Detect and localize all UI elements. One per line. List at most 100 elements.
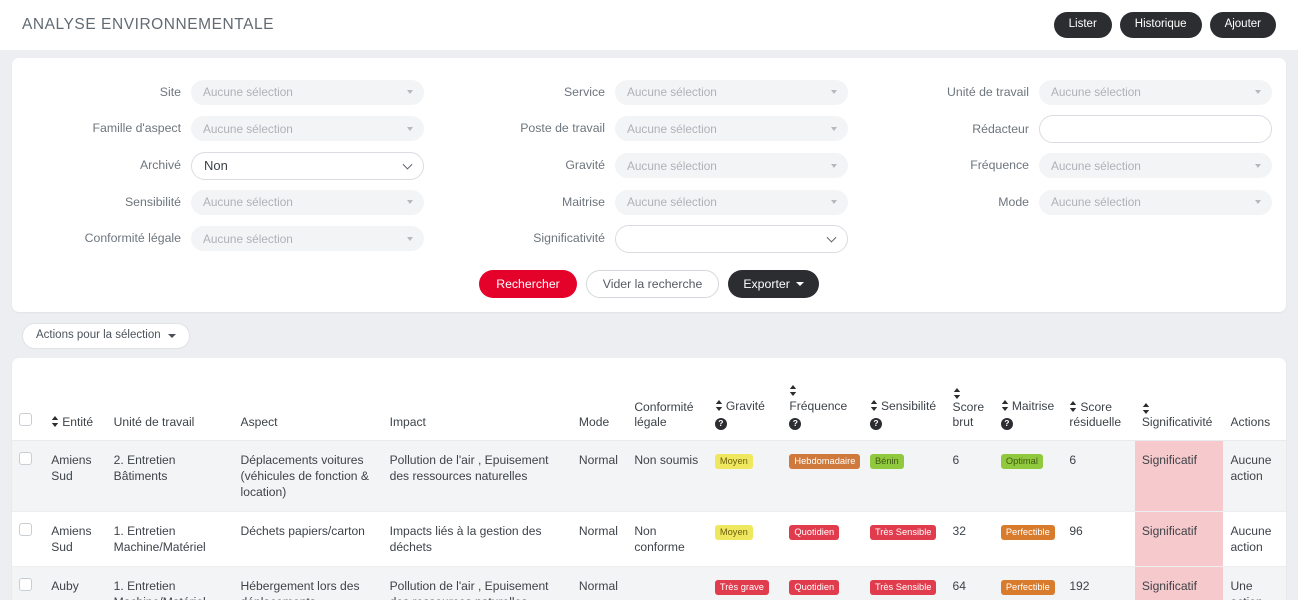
- caret-down-icon: [795, 282, 804, 287]
- conformite-legale-select[interactable]: Aucune sélection: [191, 226, 424, 252]
- sort-icon[interactable]: [953, 387, 961, 399]
- filter-row-gravite: Gravité Aucune sélection: [450, 147, 848, 184]
- filter-row-service: Service Aucune sélection: [450, 74, 848, 111]
- page-title: ANALYSE ENVIRONNEMENTALE: [22, 16, 275, 33]
- sort-icon[interactable]: [715, 400, 723, 412]
- label-archive: Archivé: [139, 158, 181, 173]
- label-famille-aspect: Famille d'aspect: [92, 121, 181, 136]
- cell-actions[interactable]: Une action: [1223, 566, 1286, 600]
- selection-actions-button[interactable]: Actions pour la sélection: [22, 323, 190, 349]
- th-score-brut[interactable]: Score brut: [945, 357, 994, 441]
- filter-row-unite-travail: Unité de travail Aucune sélection: [874, 74, 1272, 111]
- table-body: Amiens Sud 2. Entretien Bâtiments Déplacem…: [12, 440, 1286, 600]
- archive-select[interactable]: Non: [191, 151, 424, 180]
- frequence-select[interactable]: Aucune sélection: [1039, 153, 1272, 179]
- cell-impact: Pollution de l'air , Epuisement des ress…: [382, 440, 572, 513]
- significativite-select[interactable]: [615, 224, 848, 253]
- cell-actions[interactable]: Aucune action: [1223, 511, 1286, 568]
- row-checkbox[interactable]: [19, 451, 32, 465]
- th-sensibilite-label: Sensibilité: [880, 399, 937, 414]
- table-row[interactable]: Amiens Sud 2. Entretien Bâtiments Déplacem…: [12, 440, 1286, 513]
- chevron-down-icon: [407, 90, 413, 95]
- poste-travail-select[interactable]: Aucune sélection: [615, 116, 848, 142]
- cell-conformite-legale: Non soumis: [627, 440, 708, 513]
- sort-icon[interactable]: [1142, 403, 1150, 415]
- gravite-select-value: Aucune sélection: [627, 158, 717, 173]
- chevron-down-icon: [826, 232, 837, 243]
- site-select[interactable]: Aucune sélection: [191, 79, 424, 105]
- service-select[interactable]: Aucune sélection: [615, 79, 848, 105]
- mode-select-value: Aucune sélection: [1051, 195, 1141, 210]
- redacteur-input[interactable]: [1039, 115, 1272, 143]
- chevron-down-icon: [831, 90, 837, 95]
- row-checkbox[interactable]: [19, 578, 32, 592]
- table-row[interactable]: Amiens Sud 1. Entretien Machine/Matériel D…: [12, 511, 1286, 568]
- unite-travail-select[interactable]: Aucune sélection: [1039, 79, 1272, 105]
- th-maitrise[interactable]: Maitrise ?: [993, 357, 1063, 441]
- cell-aspect: Déplacements voitures (véhicules de fonc…: [233, 440, 383, 513]
- help-icon[interactable]: ?: [789, 417, 802, 430]
- label-mode: Mode: [998, 194, 1029, 209]
- mode-select[interactable]: Aucune sélection: [1039, 189, 1272, 215]
- th-sensibilite[interactable]: Sensibilité ?: [862, 357, 946, 441]
- cell-unite-travail: 1. Entretien Machine/Matériel: [106, 511, 234, 568]
- sort-icon[interactable]: [789, 384, 797, 396]
- sensibilite-select[interactable]: Aucune sélection: [191, 189, 424, 215]
- label-significativite: Significativité: [533, 231, 605, 246]
- help-icon[interactable]: ?: [869, 417, 882, 430]
- sort-icon[interactable]: [870, 400, 878, 412]
- lister-button[interactable]: Lister: [1053, 12, 1112, 38]
- row-checkbox[interactable]: [19, 523, 32, 536]
- cell-frequence: Quotidien: [782, 566, 863, 600]
- table-row[interactable]: Auby1. Entretien Machine/MatérielHéberge…: [12, 566, 1286, 600]
- sensibilite-select-value: Aucune sélection: [203, 195, 293, 210]
- th-score-residuelle[interactable]: Score résiduelle: [1062, 357, 1135, 441]
- sort-icon[interactable]: [1069, 400, 1077, 412]
- ajouter-button[interactable]: Ajouter: [1209, 12, 1276, 38]
- th-entite[interactable]: Entité: [44, 357, 107, 441]
- th-impact-label: Impact: [389, 415, 426, 430]
- sort-icon[interactable]: [1001, 400, 1009, 412]
- results-table: Entité Unité de travail Aspect Impact Mo…: [12, 357, 1286, 600]
- frequence-badge: Quotidien: [789, 525, 840, 541]
- th-gravite[interactable]: Gravité ?: [707, 357, 783, 441]
- rechercher-button[interactable]: Rechercher: [479, 270, 577, 299]
- help-icon[interactable]: ?: [714, 417, 727, 430]
- th-score-brut-label: Score brut: [952, 399, 985, 430]
- maitrise-badge: Perfectible: [1000, 525, 1055, 541]
- cell-gravite: Moyen: [707, 511, 783, 568]
- gravite-badge: Très grave: [714, 580, 769, 596]
- cell-maitrise: Perfectible: [993, 511, 1063, 568]
- selection-actions-label: Actions pour la sélection: [36, 329, 161, 342]
- filter-column-3: Unité de travail Aucune sélection Rédact…: [874, 74, 1272, 257]
- sort-icon[interactable]: [51, 416, 59, 428]
- cell-significativite: Significatif: [1134, 440, 1224, 513]
- historique-button[interactable]: Historique: [1119, 12, 1202, 38]
- chevron-down-icon: [402, 159, 413, 170]
- vider-recherche-button[interactable]: Vider la recherche: [585, 270, 720, 299]
- th-select-all: [12, 357, 45, 441]
- cell-score-residuelle: 192: [1062, 566, 1135, 600]
- cell-mode: Normal: [571, 566, 628, 600]
- label-gravite: Gravité: [565, 158, 605, 173]
- famille-aspect-select[interactable]: Aucune sélection: [191, 116, 424, 142]
- th-actions-label: Actions: [1230, 415, 1271, 430]
- maitrise-select[interactable]: Aucune sélection: [615, 189, 848, 215]
- chevron-down-icon: [407, 200, 413, 205]
- frequence-select-value: Aucune sélection: [1051, 158, 1141, 173]
- cell-unite-travail: 2. Entretien Bâtiments: [106, 440, 234, 513]
- th-frequence[interactable]: Fréquence ?: [782, 357, 863, 441]
- table-header-row: Entité Unité de travail Aspect Impact Mo…: [12, 357, 1286, 441]
- cell-actions[interactable]: Aucune action: [1223, 440, 1286, 513]
- cell-mode: Normal: [571, 440, 628, 513]
- select-all-checkbox[interactable]: [19, 413, 32, 427]
- sensibilite-badge: Très Sensible: [869, 580, 937, 596]
- gravite-select[interactable]: Aucune sélection: [615, 153, 848, 178]
- help-icon[interactable]: ?: [1000, 417, 1013, 430]
- unite-travail-select-value: Aucune sélection: [1051, 85, 1141, 100]
- cell-frequence: Quotidien: [782, 511, 863, 568]
- th-significativite[interactable]: Significativité: [1134, 357, 1224, 441]
- gravite-badge: Moyen: [714, 453, 753, 469]
- th-gravite-label: Gravité: [725, 399, 765, 414]
- exporter-button[interactable]: Exporter: [728, 270, 819, 299]
